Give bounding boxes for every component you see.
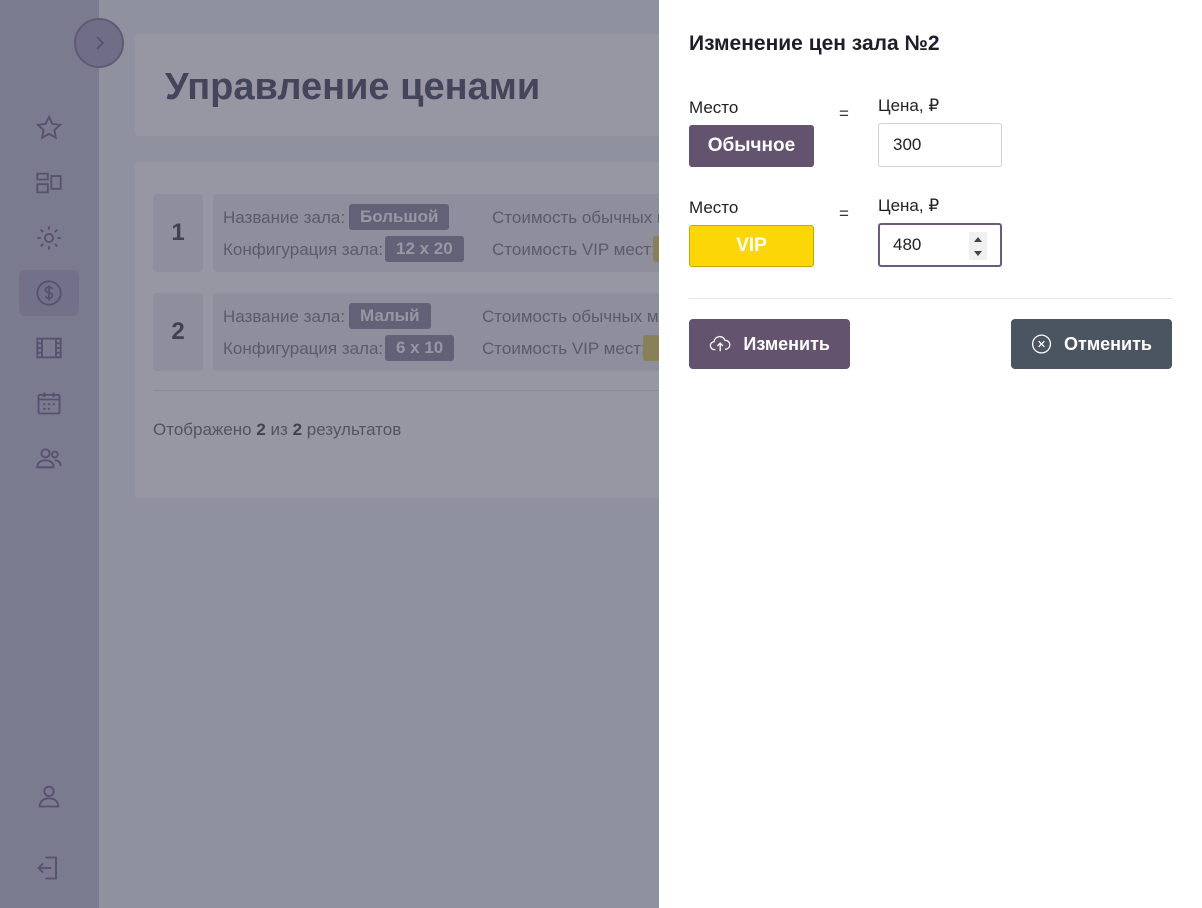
close-circle-icon bbox=[1031, 334, 1052, 354]
save-button[interactable]: Изменить bbox=[689, 319, 850, 369]
stepper-down-icon[interactable] bbox=[974, 250, 982, 256]
equals-sign: = bbox=[839, 104, 849, 123]
seat-type-vip-badge: VIP bbox=[689, 225, 814, 267]
edit-prices-drawer: Изменение цен зала №2 Место = Цена, ₽ Об… bbox=[659, 0, 1202, 908]
price-label: Цена, ₽ bbox=[878, 196, 940, 215]
seat-label: Место bbox=[689, 98, 739, 117]
cancel-button-label: Отменить bbox=[1064, 333, 1152, 354]
vip-price-stepper[interactable] bbox=[969, 232, 987, 260]
cancel-button[interactable]: Отменить bbox=[1011, 319, 1172, 369]
drawer-divider bbox=[689, 298, 1172, 299]
stepper-up-icon[interactable] bbox=[974, 236, 982, 242]
drawer-title: Изменение цен зала №2 bbox=[689, 32, 940, 55]
seat-label: Место bbox=[689, 198, 739, 217]
cloud-upload-icon bbox=[709, 335, 731, 352]
price-label: Цена, ₽ bbox=[878, 96, 940, 115]
save-button-label: Изменить bbox=[743, 333, 830, 354]
seat-type-normal-badge: Обычное bbox=[689, 125, 814, 167]
normal-price-input[interactable] bbox=[878, 123, 1002, 167]
equals-sign: = bbox=[839, 204, 849, 223]
